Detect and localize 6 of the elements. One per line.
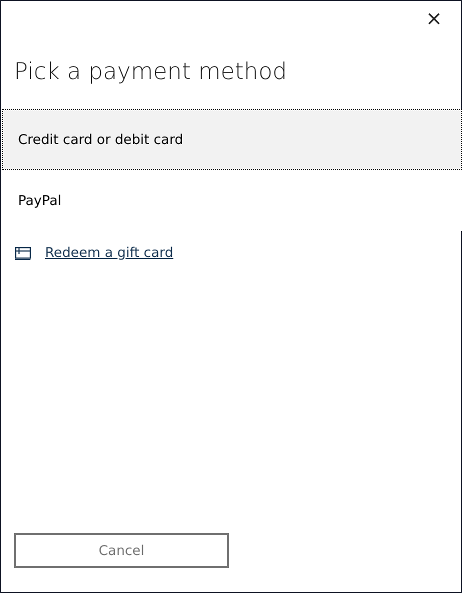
dialog-title: Pick a payment method [14, 59, 288, 87]
gift-card-icon [15, 246, 31, 260]
payment-option[interactable]: Credit card or debit card [2, 109, 462, 170]
cancel-button[interactable]: Cancel [14, 533, 229, 568]
close-button[interactable]: × [417, 1, 451, 35]
redeem-gift-card-link[interactable]: Redeem a gift card [45, 245, 174, 261]
